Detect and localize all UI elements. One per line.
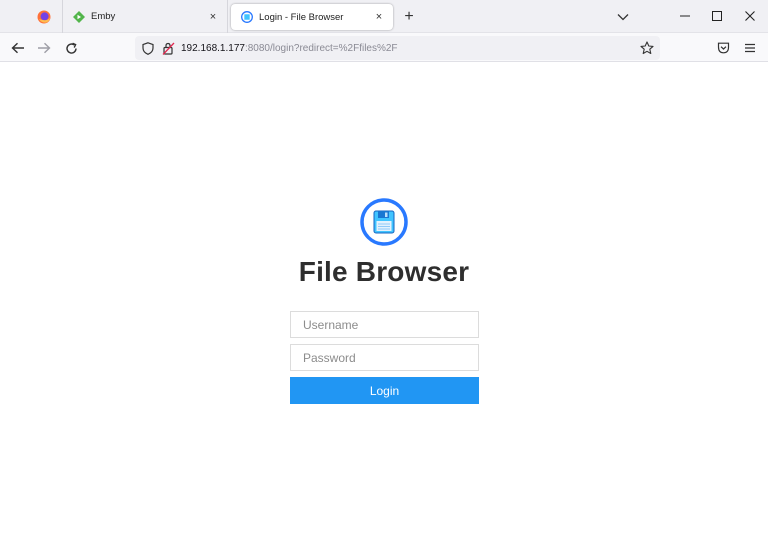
close-tab-icon[interactable]: × (205, 9, 221, 25)
firefox-view-button[interactable] (28, 5, 60, 29)
password-field[interactable] (290, 344, 479, 371)
tab-title: Emby (91, 11, 116, 22)
navigation-toolbar: 192.168.1.177:8080/login?redirect=%2Ffil… (0, 33, 768, 62)
tracking-protection-shield-icon[interactable] (141, 41, 155, 55)
address-bar[interactable]: 192.168.1.177:8080/login?redirect=%2Ffil… (135, 36, 660, 60)
back-button[interactable] (9, 39, 27, 57)
arrow-right-icon (38, 42, 51, 54)
close-tab-icon[interactable]: × (371, 9, 387, 25)
forward-button[interactable] (35, 39, 53, 57)
tab-emby[interactable]: Emby × (62, 0, 228, 33)
url-host: 192.168.1.177 (181, 42, 245, 54)
hamburger-menu-icon (745, 43, 755, 53)
firefox-icon (37, 10, 51, 24)
pocket-button[interactable] (714, 39, 732, 57)
login-button[interactable]: Login (290, 377, 479, 404)
reload-button[interactable] (62, 39, 80, 57)
chevron-down-icon (617, 14, 629, 21)
url-path: :8080/login?redirect=%2Ffiles%2F (244, 42, 398, 54)
pocket-icon (717, 42, 729, 54)
app-title: File Browser (298, 256, 470, 287)
reload-icon (65, 42, 77, 54)
tab-login-file-browser[interactable]: Login - File Browser × (231, 4, 393, 30)
close-icon (745, 11, 755, 21)
app-menu-button[interactable] (741, 39, 759, 57)
new-tab-button[interactable]: + (400, 8, 418, 26)
filebrowser-favicon-icon (241, 11, 253, 23)
emby-icon (73, 10, 85, 23)
login-page: File Browser Login (0, 63, 768, 545)
url-text[interactable]: 192.168.1.177:8080/login?redirect=%2Ffil… (181, 43, 398, 54)
tab-strip: Emby × Login - File Browser × + (0, 0, 768, 33)
insecure-lock-icon[interactable] (161, 41, 175, 55)
list-all-tabs-button[interactable] (615, 9, 631, 25)
maximize-icon (712, 11, 722, 21)
minimize-icon (680, 15, 690, 17)
tab-title: Login - File Browser (259, 11, 344, 23)
arrow-left-icon (11, 42, 24, 54)
bookmark-star-icon[interactable] (640, 41, 654, 55)
floppy-disk-logo-icon (360, 198, 408, 246)
maximize-button[interactable] (707, 7, 727, 25)
minimize-button[interactable] (675, 7, 695, 25)
close-window-button[interactable] (740, 7, 760, 25)
username-field[interactable] (290, 311, 479, 338)
